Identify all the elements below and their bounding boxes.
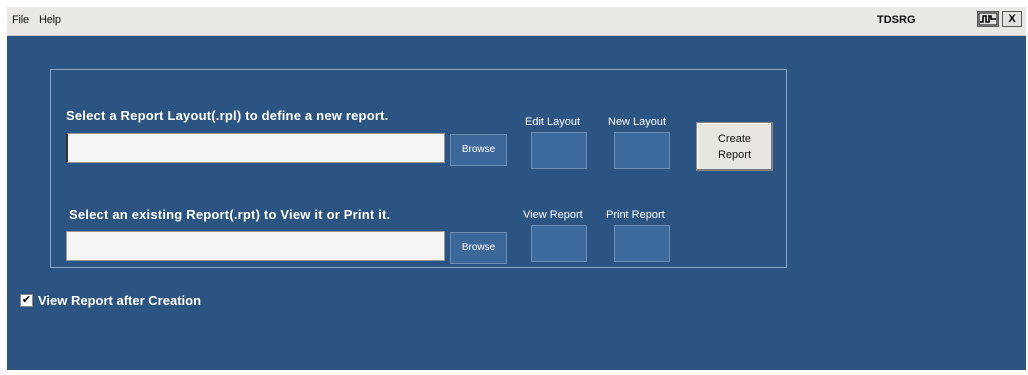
print-report-label: Print Report — [606, 209, 665, 221]
new-layout-label: New Layout — [608, 116, 667, 128]
report-path-input[interactable] — [66, 231, 445, 261]
menu-help[interactable]: Help — [39, 14, 61, 26]
view-after-creation-checkbox[interactable]: ✔ — [20, 294, 33, 307]
report-prompt: Select an existing Report(.rpt) to View … — [69, 207, 391, 222]
create-report-line2: Report — [717, 149, 752, 161]
view-after-creation-label: View Report after Creation — [38, 293, 202, 308]
create-report-line1: Create — [717, 133, 752, 145]
waveform-icon[interactable] — [977, 11, 999, 27]
app-title: TDSRG — [877, 14, 916, 26]
view-report-button[interactable] — [531, 225, 587, 262]
report-generator-window: File Help TDSRG X Select a Report Layout… — [7, 7, 1026, 370]
close-button[interactable]: X — [1002, 11, 1022, 27]
new-layout-button[interactable] — [614, 132, 670, 169]
create-report-button[interactable]: Create Report — [696, 122, 773, 171]
menu-bar: File Help TDSRG X — [7, 7, 1026, 36]
browse-layout-button[interactable]: Browse — [450, 134, 507, 166]
layout-path-input[interactable] — [66, 133, 445, 163]
view-report-label: View Report — [523, 209, 583, 221]
menu-file[interactable]: File — [12, 14, 29, 26]
edit-layout-label: Edit Layout — [525, 116, 581, 128]
layout-prompt: Select a Report Layout(.rpl) to define a… — [66, 108, 389, 123]
waveform-icon-graphic — [978, 12, 998, 26]
browse-report-button[interactable]: Browse — [450, 232, 507, 264]
report-panel: Select a Report Layout(.rpl) to define a… — [50, 69, 787, 268]
print-report-button[interactable] — [614, 225, 670, 262]
edit-layout-button[interactable] — [531, 132, 587, 169]
